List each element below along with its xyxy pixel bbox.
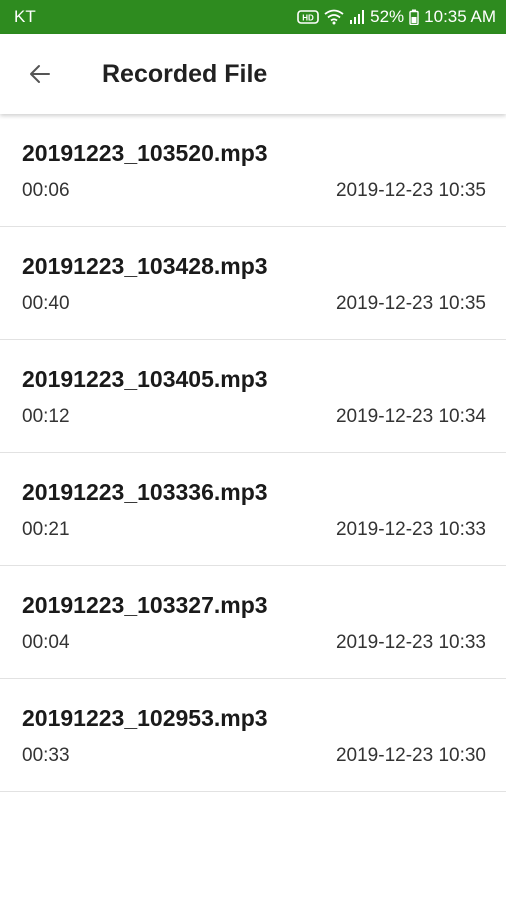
file-name: 20191223_103520.mp3 <box>22 140 268 166</box>
file-list-item[interactable]: 20191223_103327.mp3 00:04 2019-12-23 10:… <box>0 566 506 679</box>
file-duration: 00:12 <box>22 406 70 427</box>
file-name: 20191223_102953.mp3 <box>22 705 268 731</box>
svg-text:HD: HD <box>302 14 314 23</box>
file-name: 20191223_103428.mp3 <box>22 253 268 279</box>
file-name: 20191223_103327.mp3 <box>22 592 268 618</box>
file-list-item[interactable]: 20191223_103405.mp3 00:12 2019-12-23 10:… <box>0 340 506 453</box>
file-date: 2019-12-23 10:33 <box>335 519 486 540</box>
file-duration: 00:33 <box>22 745 70 766</box>
carrier-label: KT <box>14 7 36 26</box>
hd-icon: HD <box>297 10 319 24</box>
signal-icon <box>350 10 365 24</box>
app-bar: Recorded File <box>0 34 506 114</box>
file-duration: 00:06 <box>22 180 70 201</box>
battery-percent: 52% <box>370 7 405 26</box>
file-list-item[interactable]: 20191223_103428.mp3 00:40 2019-12-23 10:… <box>0 227 506 340</box>
file-duration: 00:40 <box>22 293 70 314</box>
arrow-back-icon <box>30 65 50 83</box>
file-date: 2019-12-23 10:30 <box>335 745 486 766</box>
clock: 10:35 AM <box>424 7 496 26</box>
file-list-item[interactable]: 20191223_103520.mp3 00:06 2019-12-23 10:… <box>0 114 506 227</box>
status-icons: HD 52% 10:35 AM <box>297 7 496 27</box>
file-date: 2019-12-23 10:35 <box>335 180 486 201</box>
status-bar: KT HD 52% 10:35 AM <box>0 0 506 34</box>
recorded-file-list: 20191223_103520.mp3 00:06 2019-12-23 10:… <box>0 114 506 792</box>
file-name: 20191223_103336.mp3 <box>22 479 268 505</box>
file-date: 2019-12-23 10:35 <box>335 293 486 314</box>
file-list-item[interactable]: 20191223_103336.mp3 00:21 2019-12-23 10:… <box>0 453 506 566</box>
page-title: Recorded File <box>102 59 268 88</box>
file-list-item[interactable]: 20191223_102953.mp3 00:33 2019-12-23 10:… <box>0 679 506 792</box>
back-button[interactable] <box>20 54 60 94</box>
file-duration: 00:21 <box>22 519 70 540</box>
file-duration: 00:04 <box>22 632 70 653</box>
file-name: 20191223_103405.mp3 <box>22 366 268 392</box>
file-date: 2019-12-23 10:33 <box>335 632 486 653</box>
battery-icon <box>409 9 419 25</box>
wifi-icon <box>324 9 344 25</box>
file-date: 2019-12-23 10:34 <box>335 406 486 427</box>
